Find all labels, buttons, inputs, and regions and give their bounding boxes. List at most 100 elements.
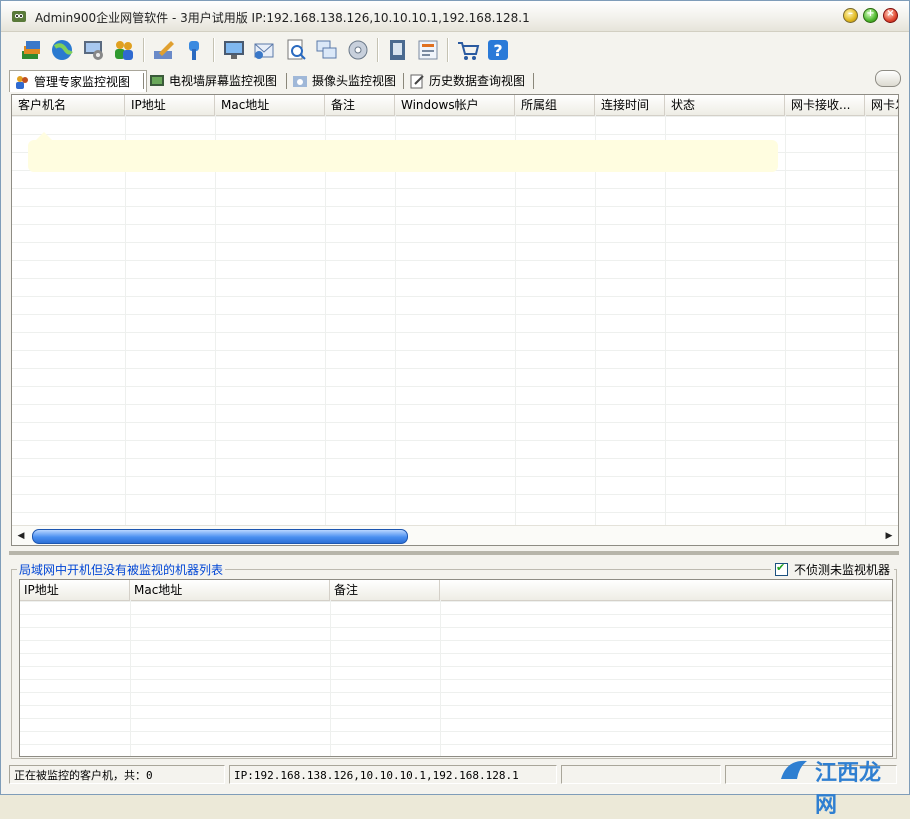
tab-divider	[286, 73, 287, 89]
tab-divider	[533, 73, 534, 89]
list-row-line	[20, 601, 892, 602]
client-grid: 客户机名 IP地址 Mac地址 备注 Windows帐户 所属组 连接时间 状态…	[11, 94, 899, 546]
scroll-left-icon[interactable]: ◀	[14, 529, 28, 543]
camera-icon	[293, 75, 307, 87]
column-header[interactable]: IP地址	[125, 95, 215, 115]
column-header[interactable]: 连接时间	[595, 95, 665, 115]
maximize-button[interactable]: +	[863, 8, 878, 23]
windows-icon[interactable]	[314, 37, 340, 63]
globe-icon[interactable]	[49, 37, 75, 63]
screen-gear-icon[interactable]	[81, 37, 107, 63]
tab-history-view[interactable]: 历史数据查询视图	[405, 70, 541, 91]
column-header[interactable]: 网卡接收...	[785, 95, 865, 115]
stack-icon[interactable]	[18, 37, 44, 63]
column-header[interactable]: Mac地址	[215, 95, 325, 115]
help-icon[interactable]: ?	[485, 37, 511, 63]
watermark-text: 江西龙网	[815, 760, 882, 818]
list-row-line	[20, 640, 892, 641]
group-title: 局域网中开机但没有被监视的机器列表	[17, 561, 226, 578]
users-icon[interactable]	[111, 37, 137, 63]
column-header[interactable]: 备注	[325, 95, 395, 115]
monitor-icon[interactable]	[221, 37, 247, 63]
tab-label: 管理专家监控视图	[34, 75, 131, 89]
grid-col-line	[395, 115, 396, 525]
status-panel	[561, 765, 721, 784]
status-monitored-count: 正在被监控的客户机，共：0	[9, 765, 225, 784]
grid-row-line	[12, 350, 898, 351]
grid-col-line	[215, 115, 216, 525]
pencil-icon[interactable]	[151, 37, 177, 63]
window-title: Admin900企业网管软件 - 3用户试用版 IP:192.168.138.1…	[35, 11, 530, 25]
grid-row-line	[12, 368, 898, 369]
grid-row-line	[12, 386, 898, 387]
scroll-right-icon[interactable]: ▶	[882, 529, 896, 543]
no-detect-checkbox[interactable]	[775, 561, 788, 576]
list-row-line	[20, 666, 892, 667]
grid-row-line	[12, 494, 898, 495]
disc-icon[interactable]	[345, 37, 371, 63]
book-icon[interactable]	[385, 37, 411, 63]
column-header[interactable]: 所属组	[515, 95, 595, 115]
tab-camera-view[interactable]: 摄像头监控视图	[288, 70, 410, 91]
tab-label: 摄像头监控视图	[312, 74, 397, 88]
list-row-line	[20, 627, 892, 628]
tab-divider	[143, 73, 144, 89]
svg-text:?: ?	[493, 41, 502, 60]
unmonitored-list: IP地址 Mac地址 备注	[19, 579, 893, 757]
grid-col-line	[865, 115, 866, 525]
grid-row-line	[12, 278, 898, 279]
minimize-button[interactable]: –	[843, 8, 858, 23]
list-row-line	[20, 705, 892, 706]
pane-splitter[interactable]	[9, 551, 899, 555]
grid-col-line	[595, 115, 596, 525]
grid-col-line	[125, 115, 126, 525]
view-tabs: 管理专家监控视图 电视墙屏幕监控视图 摄像头监控视图 历史数据查询视图	[9, 70, 869, 92]
toolbar-separator	[213, 38, 215, 62]
tab-expert-view[interactable]: 管理专家监控视图	[9, 70, 147, 92]
cart-icon[interactable]	[455, 37, 481, 63]
tab-scroll-button[interactable]	[875, 70, 901, 87]
toolbar: ?	[1, 32, 909, 68]
grid-row-line	[12, 206, 898, 207]
grid-row-line	[12, 188, 898, 189]
status-bar: 正在被监控的客户机，共：0 IP:192.168.138.126,10.10.1…	[9, 765, 901, 785]
no-detect-checkbox-row[interactable]: 不侦测未监视机器	[771, 561, 895, 578]
document-edit-icon	[410, 74, 424, 88]
grid-row-line	[12, 242, 898, 243]
column-header[interactable]: Mac地址	[130, 580, 330, 600]
watermark-logo-icon	[781, 760, 807, 779]
scrollbar-thumb[interactable]	[32, 529, 408, 544]
grid-col-line	[785, 115, 786, 525]
horizontal-scrollbar[interactable]: ◀ ▶	[12, 525, 898, 545]
tab-divider	[403, 73, 404, 89]
grid-col-line	[515, 115, 516, 525]
close-button[interactable]: ×	[883, 8, 898, 23]
users-icon	[16, 75, 28, 89]
column-header[interactable]: 备注	[330, 580, 440, 600]
tv-icon	[150, 74, 164, 86]
column-header[interactable]: 状态	[665, 95, 785, 115]
toolbar-separator	[377, 38, 379, 62]
mail-icon[interactable]	[251, 37, 277, 63]
column-header[interactable]: Windows帐户	[395, 95, 515, 115]
list-row-line	[20, 614, 892, 615]
client-grid-header: 客户机名 IP地址 Mac地址 备注 Windows帐户 所属组 连接时间 状态…	[12, 95, 898, 116]
grid-row-line	[12, 116, 898, 117]
grid-row-line	[12, 314, 898, 315]
form-icon[interactable]	[415, 37, 441, 63]
grid-row-line	[12, 404, 898, 405]
list-row-line	[20, 718, 892, 719]
list-col-line	[330, 600, 331, 756]
document-search-icon[interactable]	[283, 37, 309, 63]
watermark: 江西龙网	[777, 755, 887, 818]
grid-row-line	[12, 260, 898, 261]
toolbar-separator	[143, 38, 145, 62]
tab-label: 历史数据查询视图	[429, 74, 526, 88]
column-header[interactable]: 客户机名	[12, 95, 125, 115]
column-header[interactable]: 网卡发	[865, 95, 898, 115]
grid-row-line	[12, 512, 898, 513]
tab-tv-wall-view[interactable]: 电视墙屏幕监控视图	[145, 70, 293, 91]
hand-icon[interactable]	[181, 37, 207, 63]
column-header[interactable]: IP地址	[20, 580, 130, 600]
tooltip-balloon	[28, 132, 778, 172]
